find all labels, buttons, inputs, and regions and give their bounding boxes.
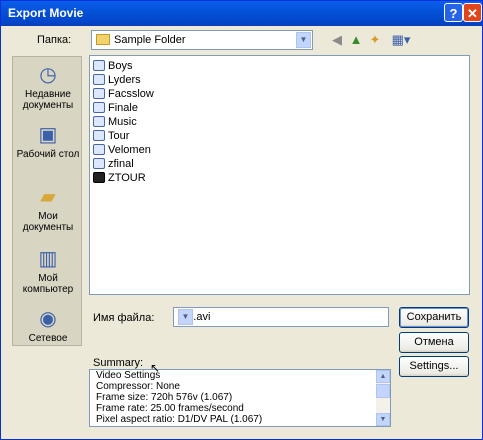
file-name: ZTOUR <box>108 172 146 184</box>
network-icon: ◉ <box>39 308 57 330</box>
media-file-icon <box>93 88 105 99</box>
file-name: Tour <box>108 130 130 142</box>
summary-line: Frame size: 720h 576v (1.067) <box>96 392 233 403</box>
place-recent-documents[interactable]: ◷ Недавние документы <box>13 63 83 111</box>
folder-icon <box>96 34 110 45</box>
list-item[interactable]: Finale <box>93 101 138 115</box>
scroll-down-icon[interactable]: ▼ <box>376 413 390 426</box>
place-label: Мой компьютер <box>22 273 74 295</box>
look-in-label: Папка: <box>37 34 72 46</box>
place-my-computer[interactable]: ▥ Мой компьютер <box>13 247 83 295</box>
list-item[interactable]: Lyders <box>93 73 141 87</box>
file-name: Music <box>108 116 137 128</box>
window-title: Export Movie <box>8 6 84 20</box>
summary-line: Pixel aspect ratio: D1/DV PAL (1.067) <box>96 414 263 425</box>
export-movie-dialog: Export Movie ? ✕ Папка: Sample Folder ▼ … <box>0 0 483 440</box>
mouse-cursor-icon: ↖ <box>150 361 161 375</box>
file-name: Boys <box>108 60 133 72</box>
place-label: Сетевое <box>28 333 68 344</box>
file-name: Velomen <box>108 144 151 156</box>
list-item[interactable]: zfinal <box>93 157 134 171</box>
up-folder-icon[interactable]: ▲ <box>348 32 364 48</box>
media-file-icon <box>93 130 105 141</box>
new-folder-icon[interactable]: ✦ <box>367 32 383 48</box>
look-in-value: Sample Folder <box>114 34 186 46</box>
file-name: Facsslow <box>108 88 154 100</box>
video-file-icon <box>93 144 105 155</box>
settings-button[interactable]: Settings... <box>399 356 469 377</box>
look-in-dropdown[interactable]: Sample Folder ▼ <box>91 30 313 50</box>
list-item[interactable]: Velomen <box>93 143 151 157</box>
file-name-field[interactable]: 0.4.avi ▼ <box>173 307 389 327</box>
summary-label: Summary: <box>93 357 144 369</box>
summary-line: Compressor: None <box>96 381 180 392</box>
media-file-icon <box>93 74 105 85</box>
media-file-icon <box>93 102 105 113</box>
my-computer-icon: ▥ <box>38 248 58 270</box>
recent-documents-icon: ◷ <box>39 64 57 86</box>
title-bar[interactable]: Export Movie ? ✕ <box>1 1 482 26</box>
view-menu-icon[interactable]: ▦▾ <box>388 32 414 48</box>
list-item[interactable]: Tour <box>93 129 129 143</box>
list-item[interactable]: Boys <box>93 59 132 73</box>
scroll-thumb[interactable] <box>376 384 390 398</box>
music-file-icon <box>93 116 105 127</box>
place-label: Недавние документы <box>22 89 74 111</box>
my-documents-icon: ▰ <box>40 186 56 208</box>
media-file-icon <box>93 158 105 169</box>
place-label: Рабочий стол <box>16 149 80 160</box>
place-network[interactable]: ◉ Сетевое <box>13 307 83 344</box>
desktop-icon: ▣ <box>38 124 58 146</box>
list-item[interactable]: Music <box>93 115 137 129</box>
film-file-icon <box>93 172 105 183</box>
file-name-label: Имя файла: <box>93 312 155 324</box>
summary-box[interactable]: Video Settings Compressor: None Frame si… <box>89 369 391 427</box>
file-name: Finale <box>108 102 138 114</box>
places-bar: ◷ Недавние документы ▣ Рабочий стол ▰ Мо… <box>12 56 82 346</box>
help-button[interactable]: ? <box>444 3 463 22</box>
chevron-down-icon[interactable]: ▼ <box>178 309 193 325</box>
list-item[interactable]: Facsslow <box>93 87 154 101</box>
file-list[interactable]: Boys Lyders Facsslow Finale Music Tour V… <box>89 55 470 295</box>
scroll-up-icon[interactable]: ▲ <box>376 370 390 383</box>
list-item[interactable]: ZTOUR <box>93 171 146 185</box>
cancel-button[interactable]: Отмена <box>399 332 469 353</box>
place-label: Мои документы <box>22 211 74 233</box>
file-name: zfinal <box>108 158 134 170</box>
media-file-icon <box>93 60 105 71</box>
summary-scrollbar[interactable]: ▲ ▼ <box>376 370 390 426</box>
file-name: Lyders <box>108 74 141 86</box>
save-button[interactable]: Сохранить <box>399 307 469 328</box>
summary-line: Frame rate: 25.00 frames/second <box>96 403 244 414</box>
close-button[interactable]: ✕ <box>463 3 482 22</box>
place-my-documents[interactable]: ▰ Мои документы <box>13 185 83 233</box>
chevron-down-icon[interactable]: ▼ <box>296 32 311 48</box>
back-icon[interactable]: ◀ <box>329 32 345 48</box>
place-desktop[interactable]: ▣ Рабочий стол <box>13 123 83 160</box>
